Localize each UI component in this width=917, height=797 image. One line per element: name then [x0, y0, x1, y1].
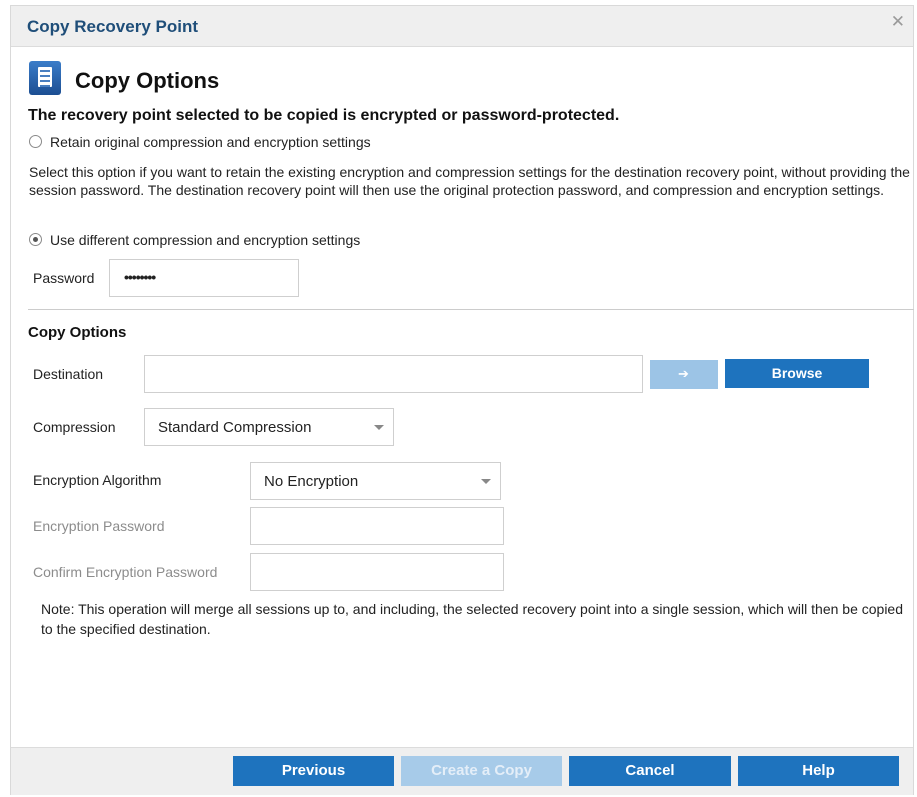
- password-value: ••••••••: [124, 269, 156, 285]
- arrow-right-icon: ➔: [678, 366, 689, 381]
- page-title: Copy Options: [75, 68, 220, 93]
- password-label: Password: [33, 270, 95, 286]
- confirm-encryption-password-label: Confirm Encryption Password: [33, 564, 218, 580]
- retain-settings-label[interactable]: Retain original compression and encrypti…: [50, 134, 371, 150]
- chevron-down-icon: [374, 425, 384, 430]
- compression-select[interactable]: Standard Compression: [144, 408, 394, 446]
- encryption-algorithm-label: Encryption Algorithm: [33, 472, 162, 488]
- close-icon[interactable]: ✕: [891, 12, 905, 32]
- retain-settings-description: Select this option if you want to retain…: [29, 164, 910, 198]
- compression-label: Compression: [33, 419, 116, 435]
- dialog-title: Copy Recovery Point: [27, 17, 198, 36]
- different-settings-radio[interactable]: [29, 233, 42, 246]
- previous-button[interactable]: Previous: [233, 756, 394, 786]
- document-icon: [29, 61, 61, 95]
- dialog-titlebar: Copy Recovery Point ✕: [11, 6, 913, 47]
- encryption-algorithm-value: No Encryption: [264, 473, 359, 490]
- merge-note: Note: This operation will merge all sess…: [41, 601, 903, 637]
- dialog-footer: Previous Create a Copy Cancel Help: [11, 747, 913, 795]
- encryption-password-label: Encryption Password: [33, 518, 165, 534]
- password-field[interactable]: ••••••••: [109, 259, 299, 297]
- different-settings-label[interactable]: Use different compression and encryption…: [50, 232, 360, 248]
- encryption-warning: The recovery point selected to be copied…: [28, 107, 620, 124]
- retain-settings-radio[interactable]: [29, 135, 42, 148]
- encryption-algorithm-select[interactable]: No Encryption: [250, 462, 501, 500]
- encryption-password-field[interactable]: [250, 507, 504, 545]
- go-button[interactable]: ➔: [650, 360, 718, 389]
- divider: [28, 309, 914, 310]
- copy-options-section-title: Copy Options: [28, 324, 127, 341]
- destination-label: Destination: [33, 366, 104, 382]
- copy-recovery-point-dialog: Copy Recovery Point ✕ Copy Options The r…: [10, 5, 914, 795]
- confirm-encryption-password-field[interactable]: [250, 553, 504, 591]
- destination-input[interactable]: [144, 355, 643, 393]
- create-copy-button[interactable]: Create a Copy: [401, 756, 562, 786]
- chevron-down-icon: [481, 479, 491, 484]
- cancel-button[interactable]: Cancel: [569, 756, 731, 786]
- help-button[interactable]: Help: [738, 756, 899, 786]
- browse-button[interactable]: Browse: [725, 359, 869, 388]
- compression-value: Standard Compression: [158, 419, 312, 436]
